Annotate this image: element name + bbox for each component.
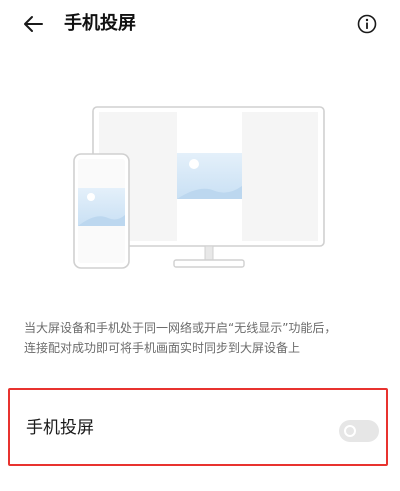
setting-label: 手机投屏 [26, 418, 94, 438]
toggle-knob [344, 425, 356, 437]
description-line: 当大屏设备和手机处于同一网络或开启“无线显示”功能后， [24, 321, 337, 335]
description-text: 当大屏设备和手机处于同一网络或开启“无线显示”功能后， 连接配对成功即可将手机画… [24, 318, 384, 358]
phone-to-tv-illustration [73, 106, 325, 269]
screen-cast-setting-row[interactable]: 手机投屏 [8, 388, 388, 466]
description-line: 连接配对成功即可将手机画面实时同步到大屏设备上 [24, 341, 301, 355]
screen-cast-toggle[interactable] [339, 420, 379, 442]
phone-icon [73, 153, 130, 269]
